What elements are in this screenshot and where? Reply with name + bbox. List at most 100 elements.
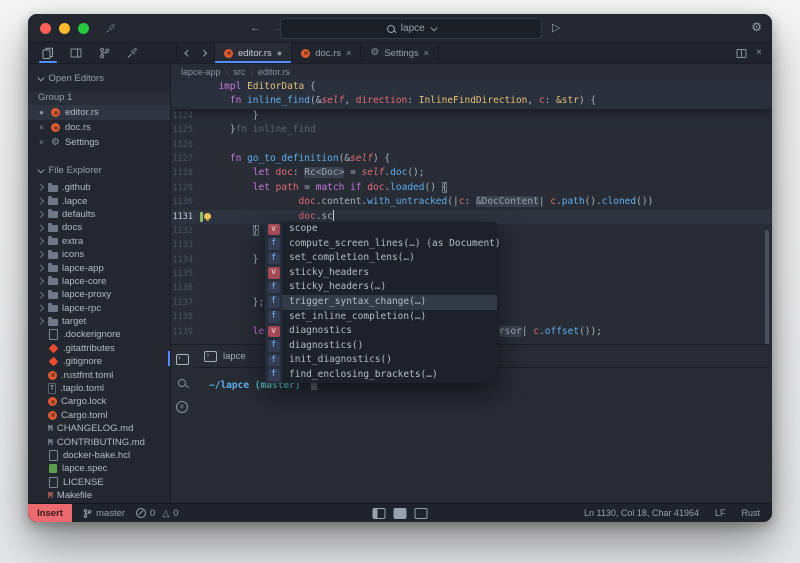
completion-label: sticky_headers(…) (282, 280, 386, 295)
explorer-item-lapce-core[interactable]: lapce-core (28, 275, 170, 288)
explorer-item-.gitignore[interactable]: .gitignore (28, 355, 170, 368)
explorer-item-Makefile[interactable]: MMakefile (28, 489, 170, 502)
sidebar-files-button[interactable] (34, 43, 62, 63)
explorer-item-icons[interactable]: icons (28, 248, 170, 261)
toggle-left-panel-icon[interactable] (373, 508, 386, 519)
split-editor-icon[interactable] (736, 48, 747, 59)
completion-item[interactable]: fset_inline_completion(…) (265, 310, 497, 325)
toggle-right-panel-icon[interactable] (415, 508, 428, 519)
cursor-position-status[interactable]: Ln 1130, Col 18, Char 41964 (584, 508, 699, 518)
explorer-item-target[interactable]: target (28, 315, 170, 328)
completion-item[interactable]: ffind_enclosing_brackets(…) (265, 368, 497, 383)
close-window-button[interactable] (40, 23, 51, 34)
terminal-tab[interactable]: lapce (193, 345, 257, 367)
toml-icon: T (48, 383, 56, 394)
breadcrumb-item[interactable]: lapce-app (181, 67, 221, 77)
rust-icon (51, 108, 60, 117)
lightbulb-icon[interactable] (204, 213, 211, 219)
error-icon (136, 508, 146, 518)
history-back-button[interactable]: ← (250, 14, 261, 42)
open-editors-header[interactable]: Open Editors (28, 64, 170, 89)
editor-scrollbar[interactable] (765, 230, 769, 344)
tab-Settings[interactable]: ⚙Settings× (361, 43, 439, 63)
tab-doc.rs[interactable]: doc.rs× (292, 43, 361, 63)
explorer-item-defaults[interactable]: defaults (28, 208, 170, 221)
gutter-marks (193, 123, 207, 137)
explorer-item-.rustfmt.toml[interactable]: .rustfmt.toml (28, 368, 170, 381)
explorer-item-lapce-proxy[interactable]: lapce-proxy (28, 288, 170, 301)
settings-gear-icon[interactable]: ⚙ (751, 14, 762, 42)
source-control-button[interactable] (90, 43, 118, 63)
breadcrumb-item[interactable]: src (233, 67, 245, 77)
explorer-item-lapce-app[interactable]: lapce-app (28, 261, 170, 274)
completion-item[interactable]: fsticky_headers(…) (265, 280, 497, 295)
breadcrumb-item[interactable]: editor.rs (258, 67, 290, 77)
completion-item[interactable]: vsticky_headers (265, 266, 497, 281)
code-line[interactable]: 1125 }fn inline_find (171, 123, 772, 137)
error-count[interactable]: 0 (136, 508, 155, 519)
function-kind-icon: f (268, 253, 280, 265)
explorer-item-extra[interactable]: extra (28, 235, 170, 248)
tab-editor.rs[interactable]: editor.rs● (214, 43, 292, 63)
close-icon[interactable]: × (37, 123, 46, 132)
line-ending-status[interactable]: LF (715, 508, 726, 518)
explorer-item-CHANGELOG.md[interactable]: MCHANGELOG.md (28, 422, 170, 435)
completion-item[interactable]: fset_completion_lens(…) (265, 251, 497, 266)
code-line[interactable]: 1130 doc.content.with_untracked(|c: &Doc… (171, 195, 772, 209)
code-line[interactable]: 1128 let doc: Rc<Doc> = self.doc(); (171, 166, 772, 180)
explorer-item-.github[interactable]: .github (28, 181, 170, 194)
sticky-header-line[interactable]: impl EditorData { (171, 80, 772, 94)
sidebar-panels-button[interactable] (62, 43, 90, 63)
toggle-bottom-panel-icon[interactable] (394, 508, 407, 519)
search-panel-button[interactable] (175, 376, 189, 390)
sticky-header-line[interactable]: fn inline_find(&self, direction: InlineF… (171, 94, 772, 108)
completion-item[interactable]: vdiagnostics (265, 324, 497, 339)
chevron-down-icon (430, 25, 436, 31)
remote-connection-icon[interactable] (105, 23, 116, 34)
explorer-item-LICENSE[interactable]: LICENSE (28, 476, 170, 489)
maximize-window-button[interactable] (78, 23, 89, 34)
explorer-item-lapce-rpc[interactable]: lapce-rpc (28, 302, 170, 315)
completion-item[interactable]: fdiagnostics() (265, 339, 497, 354)
completion-item[interactable]: ftrigger_syntax_change(…) (265, 295, 497, 310)
file-explorer-header[interactable]: File Explorer (28, 156, 170, 181)
open-editor-item-editor.rs[interactable]: ●editor.rs (28, 105, 170, 120)
explorer-item-.dockerignore[interactable]: .dockerignore (28, 328, 170, 341)
code-line[interactable]: 1124 } (171, 109, 772, 123)
debug-button[interactable] (118, 43, 146, 63)
problems-panel-button[interactable]: × (175, 400, 189, 414)
git-branch-status[interactable]: master (83, 508, 125, 519)
open-editor-item-Settings[interactable]: ×⚙Settings (28, 135, 170, 150)
close-editor-icon[interactable]: × (756, 48, 762, 58)
language-mode-status[interactable]: Rust (741, 508, 760, 518)
explorer-item-.lapce[interactable]: .lapce (28, 194, 170, 207)
explorer-item-docs[interactable]: docs (28, 221, 170, 234)
completion-item[interactable]: vscope (265, 222, 497, 237)
code-line[interactable]: 1129 let path = match if doc.loaded() { (171, 181, 772, 195)
run-button[interactable]: ▷ (552, 14, 560, 42)
explorer-item-Cargo.toml[interactable]: Cargo.toml (28, 409, 170, 422)
open-editor-item-doc.rs[interactable]: ×doc.rs (28, 120, 170, 135)
tab-forward-icon[interactable] (200, 50, 206, 56)
code-line[interactable]: 1127 fn go_to_definition(&self) { (171, 152, 772, 166)
command-palette-input[interactable]: lapce (280, 18, 542, 39)
terminal-panel-button[interactable] (175, 352, 189, 366)
tab-back-icon[interactable] (185, 50, 191, 56)
code-line[interactable]: 1126 (171, 138, 772, 152)
close-icon[interactable]: × (37, 138, 46, 147)
completion-kind-badge: f (265, 353, 282, 368)
explorer-item-docker-bake.hcl[interactable]: docker-bake.hcl (28, 449, 170, 462)
completion-item[interactable]: finit_diagnostics() (265, 353, 497, 368)
explorer-item-Cargo.lock[interactable]: Cargo.lock (28, 395, 170, 408)
editor-mode-badge[interactable]: Insert (28, 504, 72, 522)
minimize-window-button[interactable] (59, 23, 70, 34)
explorer-item-CONTRIBUTING.md[interactable]: MCONTRIBUTING.md (28, 435, 170, 448)
explorer-item-.gitattributes[interactable]: .gitattributes (28, 342, 170, 355)
close-tab-icon[interactable]: × (346, 48, 351, 58)
warning-count[interactable]: △ 0 (162, 508, 178, 519)
completion-item[interactable]: fcompute_screen_lines(…) (as Document) (265, 237, 497, 252)
explorer-item-lapce.spec[interactable]: lapce.spec (28, 462, 170, 475)
terminal-content[interactable]: ~/lapce (master) (193, 368, 772, 507)
close-tab-icon[interactable]: × (424, 48, 429, 58)
explorer-item-.taplo.toml[interactable]: T.taplo.toml (28, 382, 170, 395)
